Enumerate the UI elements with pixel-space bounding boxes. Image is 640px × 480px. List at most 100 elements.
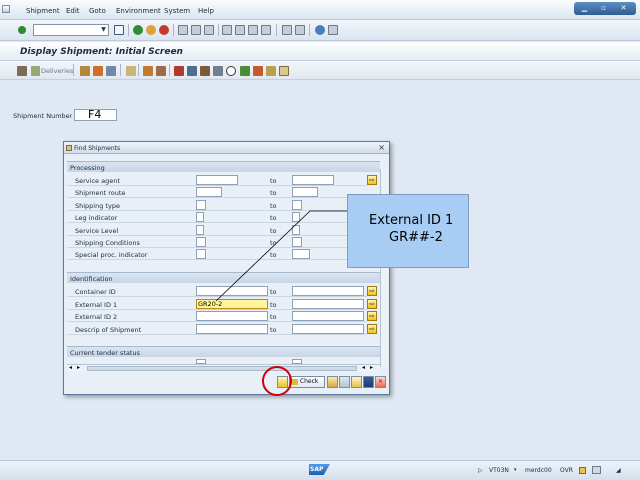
- horizontal-scrollbar[interactable]: ◂ ▸ ◂ ▸: [67, 364, 380, 372]
- to-field[interactable]: [292, 323, 364, 334]
- status-icon[interactable]: [156, 66, 166, 76]
- from-field[interactable]: [196, 286, 268, 296]
- multiple-selection-icon[interactable]: ⇨: [367, 298, 377, 309]
- from-field[interactable]: [196, 249, 206, 260]
- last-page-icon[interactable]: [261, 25, 271, 35]
- shipment-number-field[interactable]: F4: [74, 109, 117, 121]
- to-field[interactable]: [292, 286, 364, 296]
- close-icon[interactable]: ×: [378, 143, 385, 152]
- customize-icon[interactable]: [328, 25, 338, 35]
- enter-icon[interactable]: [18, 26, 26, 34]
- first-page-icon[interactable]: [222, 25, 232, 35]
- scroll-left-icon[interactable]: ◂: [69, 364, 72, 371]
- to-field[interactable]: [292, 249, 310, 260]
- freight-icon[interactable]: [106, 66, 116, 76]
- play-icon[interactable]: ▷: [478, 467, 483, 474]
- resize-grip-icon[interactable]: ◢: [616, 467, 621, 474]
- deliveries-button-label[interactable]: Deliveries: [41, 67, 73, 75]
- multiple-selection-icon[interactable]: ⇨: [367, 323, 377, 334]
- from-field[interactable]: [196, 323, 268, 334]
- menu-shipment[interactable]: Shipment: [26, 7, 60, 15]
- from-field[interactable]: [196, 175, 238, 185]
- external-id-1-input[interactable]: GR20-2: [196, 298, 268, 309]
- cancel-dialog-button[interactable]: ✕: [375, 376, 386, 388]
- get-variant-icon[interactable]: [351, 376, 362, 388]
- menu-system[interactable]: System: [164, 7, 190, 15]
- to-field[interactable]: [292, 199, 302, 210]
- to-label: to: [270, 177, 277, 185]
- close-window-icon[interactable]: ✕: [619, 4, 628, 13]
- handling-icon[interactable]: [213, 66, 223, 76]
- window-controls: ▁ ▫ ✕: [574, 2, 636, 15]
- route-icon[interactable]: [240, 66, 250, 76]
- planning-icon[interactable]: [17, 66, 27, 76]
- minimize-icon[interactable]: ▁: [580, 4, 589, 13]
- to-field[interactable]: [292, 311, 364, 322]
- multiple-selection-icon[interactable]: ⇨: [367, 286, 377, 296]
- to-field[interactable]: [292, 175, 334, 185]
- chevron-down-icon[interactable]: ▾: [514, 467, 517, 473]
- check-button[interactable]: Check: [289, 376, 325, 388]
- chevron-down-icon[interactable]: ▼: [99, 25, 108, 35]
- to-field[interactable]: [292, 237, 302, 247]
- dates-icon[interactable]: [187, 66, 197, 76]
- find-icon[interactable]: [191, 25, 201, 35]
- overview-icon[interactable]: [80, 66, 90, 76]
- save-variant-icon[interactable]: [339, 376, 350, 388]
- sap-icon[interactable]: [2, 5, 10, 13]
- notes-icon[interactable]: [279, 66, 289, 76]
- to-field[interactable]: [292, 187, 318, 198]
- field-label: External ID 2: [75, 313, 118, 322]
- maximize-icon[interactable]: ▫: [599, 4, 608, 13]
- group-header-tender-status: Current tender status: [67, 346, 380, 357]
- scroll-thumb[interactable]: [87, 366, 357, 371]
- scroll-right-icon[interactable]: ▸: [77, 364, 80, 371]
- from-field[interactable]: [196, 311, 268, 322]
- print-icon[interactable]: [178, 25, 188, 35]
- transport-icon[interactable]: [93, 66, 103, 76]
- help-icon[interactable]: [315, 25, 325, 35]
- vehicle-icon[interactable]: [253, 66, 263, 76]
- menu-edit[interactable]: Edit: [66, 7, 80, 15]
- deliveries-icon[interactable]: [31, 66, 40, 76]
- check-icon: [292, 378, 298, 385]
- doc-icon[interactable]: [126, 66, 136, 76]
- scroll-right-icon[interactable]: ▸: [370, 364, 373, 371]
- from-field[interactable]: [196, 237, 206, 247]
- clock-icon[interactable]: [226, 66, 236, 76]
- to-field[interactable]: [292, 212, 300, 223]
- multiple-selection-icon[interactable]: ⇨: [367, 311, 377, 322]
- group-header-identification: Identification: [67, 272, 380, 283]
- back-icon[interactable]: [133, 25, 143, 35]
- exit-icon[interactable]: [146, 25, 156, 35]
- to-field[interactable]: [292, 298, 364, 309]
- from-field[interactable]: [196, 224, 204, 235]
- next-page-icon[interactable]: [248, 25, 258, 35]
- multiple-selection-icon[interactable]: ⇨: [367, 175, 377, 185]
- shortcut-icon[interactable]: [295, 25, 305, 35]
- command-field[interactable]: ▼: [33, 24, 109, 36]
- cancel-icon[interactable]: [159, 25, 169, 35]
- find-next-icon[interactable]: [204, 25, 214, 35]
- stages-icon[interactable]: [200, 66, 210, 76]
- to-field[interactable]: [292, 224, 300, 235]
- info-icon[interactable]: [363, 376, 374, 388]
- menu-goto[interactable]: Goto: [89, 7, 106, 15]
- save-icon[interactable]: [114, 25, 124, 35]
- output-icon[interactable]: [143, 66, 153, 76]
- transaction-code: VT03N: [489, 467, 509, 474]
- partners-icon[interactable]: [174, 66, 184, 76]
- check-button-label: Check: [299, 378, 319, 385]
- new-session-icon[interactable]: [282, 25, 292, 35]
- texts-icon[interactable]: [266, 66, 276, 76]
- from-field[interactable]: [196, 187, 222, 198]
- scroll-left-icon[interactable]: ◂: [362, 364, 365, 371]
- from-field[interactable]: [196, 199, 206, 210]
- prev-page-icon[interactable]: [235, 25, 245, 35]
- menu-environment[interactable]: Environment: [116, 7, 161, 15]
- callout-line-1: External ID 1: [369, 213, 454, 228]
- multiple-selection-icon[interactable]: [327, 376, 338, 388]
- menu-help[interactable]: Help: [198, 7, 214, 15]
- from-field[interactable]: [196, 212, 204, 223]
- find-shipments-dialog: Find Shipments × Processing Identificati…: [63, 141, 390, 395]
